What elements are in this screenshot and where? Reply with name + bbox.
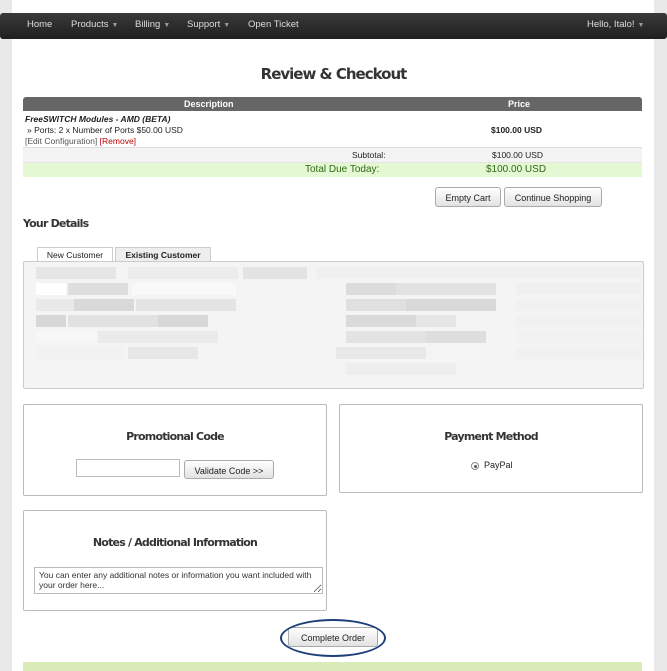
nav-open-ticket[interactable]: Open Ticket <box>248 13 299 39</box>
notes-title: Notes / Additional Information <box>92 536 258 549</box>
blurred-field <box>28 297 298 313</box>
nav-billing[interactable]: Billing ▼ <box>135 13 170 39</box>
nav-products-label: Products <box>71 19 109 30</box>
promo-code-input[interactable] <box>76 459 180 477</box>
payment-method-title: Payment Method <box>444 430 538 443</box>
payment-method-panel: Payment Method PayPal <box>339 404 643 493</box>
total-value: $100.00 USD <box>486 164 547 175</box>
footer-bar <box>23 662 642 671</box>
column-header-price: Price <box>508 99 531 109</box>
top-navbar: Home Products ▼ Billing ▼ Support ▼ Open Ti… <box>0 13 667 39</box>
blurred-field <box>316 281 641 297</box>
empty-cart-button[interactable]: Empty Cart <box>435 187 501 207</box>
blurred-field <box>28 281 298 297</box>
nav-home[interactable]: Home <box>27 13 52 39</box>
subtotal-row: Subtotal: $100.00 USD <box>23 148 642 163</box>
blurred-field <box>316 345 641 361</box>
blurred-field <box>28 345 298 361</box>
customer-details-form <box>23 261 644 389</box>
tab-new-customer[interactable]: New Customer <box>37 247 113 262</box>
edit-configuration-link[interactable]: [Edit Configuration] <box>25 136 97 146</box>
blurred-field <box>28 329 298 345</box>
nav-support-label: Support <box>187 19 221 30</box>
paypal-radio[interactable] <box>471 462 479 470</box>
complete-order-button[interactable]: Complete Order <box>288 627 378 647</box>
blurred-field <box>28 361 298 377</box>
item-detail: » Ports: 2 x Number of Ports $50.00 USD <box>27 125 183 135</box>
blurred-field <box>316 265 641 281</box>
cart-table: Description Price FreeSWITCH Modules - A… <box>23 97 642 177</box>
promo-code-panel: Promotional Code Validate Code >> <box>23 404 327 496</box>
blurred-field <box>28 313 298 329</box>
remove-item-link[interactable]: [Remove] <box>100 136 136 146</box>
nav-billing-label: Billing <box>135 19 161 30</box>
subtotal-label: Subtotal: <box>352 150 386 160</box>
nav-support[interactable]: Support ▼ <box>187 13 230 39</box>
item-price: $100.00 USD <box>491 125 543 135</box>
paypal-label: PayPal <box>484 460 513 470</box>
nav-products[interactable]: Products ▼ <box>71 13 118 39</box>
item-name: FreeSWITCH Modules - AMD (BETA) <box>25 114 171 124</box>
blurred-field <box>316 361 641 377</box>
page-title: Review & Checkout <box>260 65 408 83</box>
chevron-down-icon: ▼ <box>637 22 645 29</box>
blurred-field <box>316 313 641 329</box>
blurred-field <box>316 329 641 345</box>
notes-panel: Notes / Additional Information You can e… <box>23 510 327 611</box>
cart-table-header: Description Price <box>23 97 642 111</box>
blurred-field <box>316 297 641 313</box>
blurred-field <box>28 265 307 281</box>
total-row: Total Due Today: $100.00 USD <box>23 163 642 177</box>
cart-item-row: FreeSWITCH Modules - AMD (BETA) » Ports:… <box>23 111 642 148</box>
chevron-down-icon: ▼ <box>223 22 231 29</box>
notes-textarea[interactable]: You can enter any additional notes or in… <box>34 567 323 594</box>
customer-details-right-column <box>316 265 641 377</box>
continue-shopping-button[interactable]: Continue Shopping <box>504 187 602 207</box>
chevron-down-icon: ▼ <box>163 22 171 29</box>
subtotal-value: $100.00 USD <box>492 150 544 160</box>
item-links: [Edit Configuration] [Remove] <box>25 136 136 146</box>
validate-code-button[interactable]: Validate Code >> <box>184 460 274 479</box>
promo-code-title: Promotional Code <box>126 430 224 443</box>
chevron-down-icon: ▼ <box>111 22 119 29</box>
nav-user-menu[interactable]: Hello, Italo! ▼ <box>587 13 644 39</box>
column-header-description: Description <box>184 99 234 109</box>
total-label: Total Due Today: <box>305 164 380 175</box>
nav-user-label: Hello, Italo! <box>587 19 635 30</box>
your-details-title: Your Details <box>23 217 89 230</box>
customer-details-left-column <box>28 265 307 377</box>
tab-existing-customer[interactable]: Existing Customer <box>115 247 211 262</box>
